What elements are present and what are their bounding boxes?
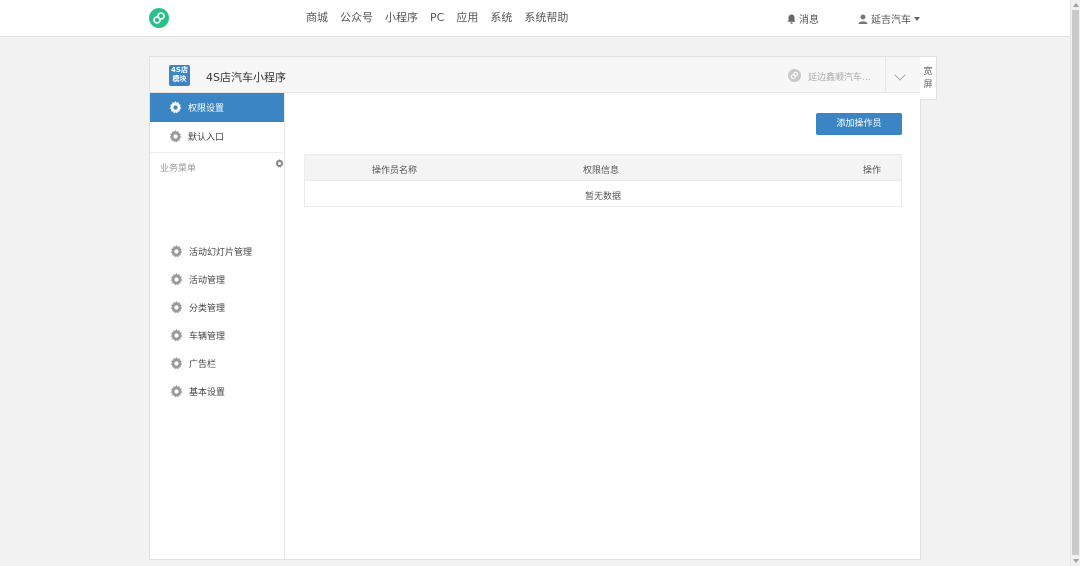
user-name: 延吉汽车 — [871, 15, 911, 26]
gear-icon — [170, 384, 183, 397]
nav-item-mini-program[interactable]: 小程序 — [385, 11, 418, 25]
sidebar-item-vehicles[interactable]: 车辆管理 — [150, 321, 284, 349]
shop-logo-icon — [788, 69, 801, 82]
column-header-actions: 操作 — [863, 166, 882, 176]
sidebar-item-permissions[interactable]: 权限设置 — [150, 93, 284, 122]
sidebar-item-activities[interactable]: 活动管理 — [150, 265, 284, 293]
gear-icon — [170, 244, 183, 257]
sidebar-item-basic-settings[interactable]: 基本设置 — [150, 377, 284, 405]
gear-icon — [170, 272, 183, 285]
main-nav: 商城 公众号 小程序 PC 应用 系统 系统帮助 — [306, 11, 580, 25]
column-header-operator-name: 操作员名称 — [372, 166, 418, 176]
settings-gear-icon[interactable] — [275, 159, 284, 168]
sidebar: 权限设置 默认入口 业务菜单 活动幻灯片管理 活动管理 分类管理 车辆管理 广告… — [150, 93, 285, 559]
bell-icon — [787, 14, 796, 24]
app-header: 4S店 模块 4S店汽车小程序 延边鑫顺汽车... — [150, 57, 920, 93]
nav-item-official-account[interactable]: 公众号 — [340, 11, 373, 25]
gear-icon — [170, 300, 183, 313]
user-menu[interactable]: 延吉汽车 — [858, 11, 920, 26]
shop-switcher[interactable]: 延边鑫顺汽车... — [808, 70, 871, 83]
table-header: 操作员名称 权限信息 操作 — [305, 155, 901, 181]
gear-icon — [169, 130, 182, 143]
messages-label: 消息 — [799, 15, 819, 26]
app-panel: 4S店 模块 4S店汽车小程序 延边鑫顺汽车... 权限设置 默认入口 业务菜单… — [149, 56, 921, 560]
column-header-permissions: 权限信息 — [583, 166, 620, 176]
scroll-up-arrow-icon[interactable] — [1073, 3, 1079, 7]
gear-icon — [170, 328, 183, 341]
wide-screen-button[interactable]: 宽 屏 — [920, 56, 937, 100]
app-title: 4S店汽车小程序 — [206, 71, 286, 84]
caret-down-icon — [914, 16, 920, 21]
nav-item-system-help[interactable]: 系统帮助 — [524, 11, 568, 25]
sidebar-item-default-entry[interactable]: 默认入口 — [150, 122, 284, 151]
nav-item-mall[interactable]: 商城 — [306, 11, 328, 25]
page-scrollbar[interactable] — [1070, 0, 1080, 566]
app-module-icon: 4S店 模块 — [169, 65, 190, 86]
sidebar-item-activity-slides[interactable]: 活动幻灯片管理 — [150, 237, 284, 265]
sidebar-item-ad-banner[interactable]: 广告栏 — [150, 349, 284, 377]
sidebar-section-business-menu: 业务菜单 — [160, 159, 284, 174]
messages-link[interactable]: 消息 — [787, 11, 819, 26]
nav-item-system[interactable]: 系统 — [490, 11, 512, 25]
sidebar-divider — [150, 152, 284, 153]
chevron-down-icon[interactable] — [894, 69, 906, 81]
header-divider — [885, 57, 886, 93]
operators-table: 操作员名称 权限信息 操作 暂无数据 — [304, 154, 902, 207]
scrollbar-thumb[interactable] — [1072, 10, 1079, 555]
add-operator-button[interactable]: 添加操作员 — [816, 113, 902, 135]
gear-icon — [169, 101, 182, 114]
scroll-down-arrow-icon[interactable] — [1073, 559, 1079, 563]
user-icon — [858, 14, 868, 24]
nav-item-apps[interactable]: 应用 — [456, 11, 478, 25]
table-empty-row: 暂无数据 — [305, 181, 901, 206]
gear-icon — [170, 356, 183, 369]
nav-item-pc[interactable]: PC — [430, 11, 444, 25]
empty-state-text: 暂无数据 — [585, 192, 622, 202]
top-navbar: 商城 公众号 小程序 PC 应用 系统 系统帮助 消息 延吉汽车 — [0, 0, 1070, 37]
sidebar-item-categories[interactable]: 分类管理 — [150, 293, 284, 321]
platform-logo-icon[interactable] — [149, 8, 169, 28]
